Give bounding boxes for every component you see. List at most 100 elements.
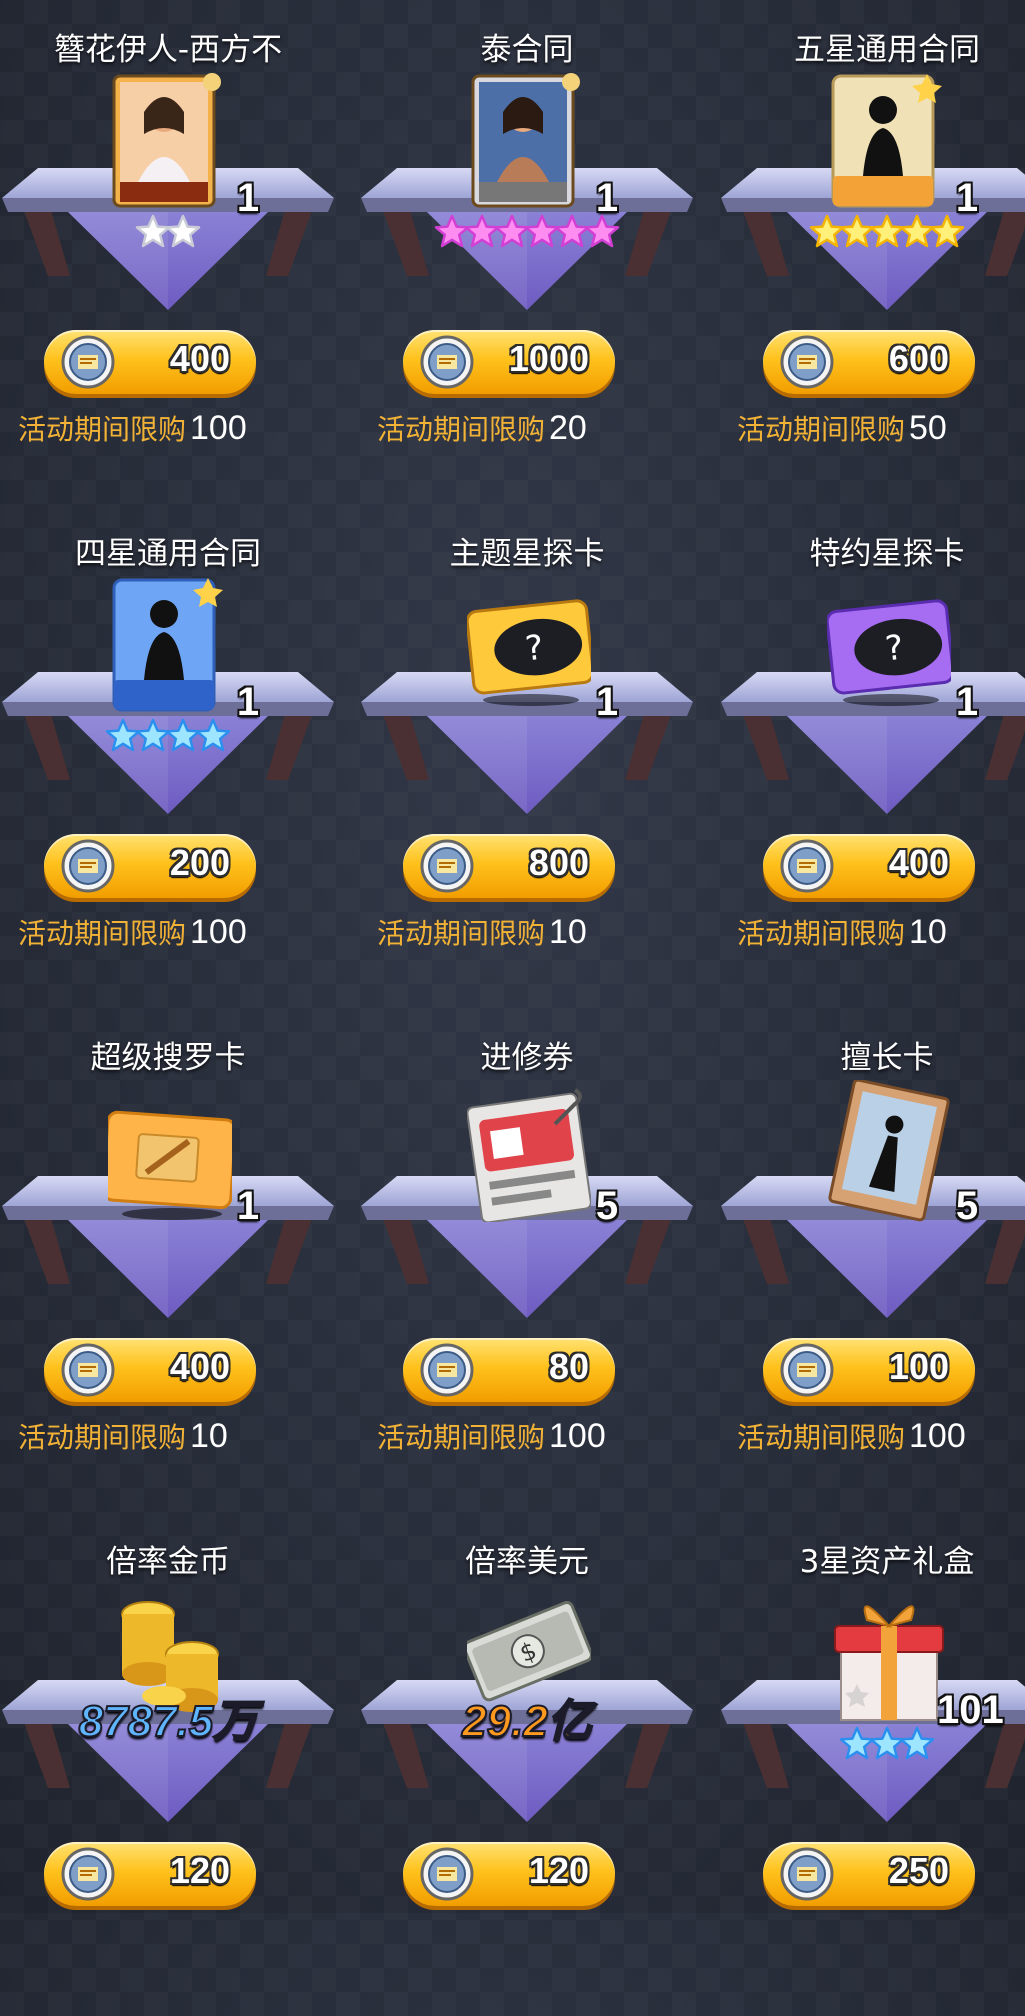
- purchase-limit: 活动期间限购 50: [737, 408, 947, 448]
- price-label: 400: [169, 338, 230, 379]
- shop-item-card[interactable]: 擅长卡 5 100 活动期间限购 100: [717, 1008, 1025, 1512]
- shop-item-card[interactable]: 超级搜罗卡 1 400 活动期间限购 10: [0, 1008, 338, 1512]
- shop-item-card[interactable]: 倍率美元 $29.2亿 120: [357, 1512, 697, 2016]
- buy-button[interactable]: 120: [44, 1842, 256, 1906]
- buy-button[interactable]: 400: [44, 1338, 256, 1402]
- purchase-limit: 活动期间限购 100: [377, 1416, 606, 1456]
- shop-item-card[interactable]: 3星资产礼盒 101 250: [717, 1512, 1025, 2016]
- shop-item-card[interactable]: 簪花伊人-西方不 1 400 活动期间限购 100: [0, 0, 338, 504]
- item-name: 倍率金币: [106, 1544, 230, 1580]
- voucher-coin-icon: [779, 1846, 835, 1902]
- buy-button[interactable]: 400: [763, 834, 975, 898]
- shop-grid: 簪花伊人-西方不 1 400 活动期间限购 100 泰合同 1 1000 活动期…: [0, 0, 1025, 1913]
- purchase-limit-value: 100: [549, 1417, 606, 1455]
- purchase-limit: 活动期间限购 20: [377, 408, 587, 448]
- price-label: 100: [888, 1346, 949, 1387]
- character-card-icon: [108, 72, 232, 214]
- shop-item-card[interactable]: 倍率金币 8787.5万 120: [0, 1512, 338, 2016]
- purchase-limit-label: 活动期间限购: [737, 413, 906, 446]
- item-name: 倍率美元: [465, 1544, 589, 1580]
- voucher-coin-icon: [419, 334, 475, 390]
- star-icon: [929, 214, 965, 250]
- item-quantity: 1: [595, 680, 619, 724]
- item-name: 擅长卡: [840, 1040, 934, 1076]
- mystery-card-icon: ?: [825, 576, 955, 718]
- purchase-limit: 活动期间限购 100: [18, 912, 247, 952]
- purchase-limit-label: 活动期间限购: [18, 1421, 187, 1454]
- price-label: 120: [528, 1850, 589, 1891]
- buy-button[interactable]: 400: [44, 330, 256, 394]
- item-quantity: 5: [955, 1184, 979, 1228]
- buy-button[interactable]: 1000: [403, 330, 615, 394]
- item-name: 3星资产礼盒: [799, 1544, 975, 1580]
- price-label: 120: [169, 1850, 230, 1891]
- item-name: 特约星探卡: [809, 536, 965, 572]
- price-label: 400: [888, 842, 949, 883]
- purchase-limit-value: 100: [909, 1417, 966, 1455]
- purchase-limit: 活动期间限购 10: [737, 912, 947, 952]
- voucher-coin-icon: [60, 838, 116, 894]
- purchase-limit-value: 100: [190, 409, 247, 447]
- price-label: 250: [888, 1850, 949, 1891]
- star-rating: [0, 214, 338, 256]
- shop-item-card[interactable]: 特约星探卡 ? 1 400 活动期间限购 10: [717, 504, 1025, 1008]
- shop-item-card[interactable]: 泰合同 1 1000 活动期间限购 20: [357, 0, 697, 504]
- buy-button[interactable]: 250: [763, 1842, 975, 1906]
- star-icon: [584, 214, 620, 250]
- star-rating: [717, 1726, 1025, 1768]
- buy-button[interactable]: 600: [763, 330, 975, 394]
- item-name: 四星通用合同: [75, 536, 261, 572]
- item-name: 超级搜罗卡: [90, 1040, 246, 1076]
- purchase-limit-label: 活动期间限购: [377, 917, 546, 950]
- shop-item-card[interactable]: 进修券 5 80 活动期间限购 100: [357, 1008, 697, 1512]
- purchase-limit-label: 活动期间限购: [18, 917, 187, 950]
- buy-button[interactable]: 800: [403, 834, 615, 898]
- reward-amount: 29.2亿: [461, 1696, 593, 1747]
- buy-button[interactable]: 80: [403, 1338, 615, 1402]
- purchase-limit-label: 活动期间限购: [377, 1421, 546, 1454]
- price-label: 400: [169, 1346, 230, 1387]
- purchase-limit: 活动期间限购 100: [18, 408, 247, 448]
- star-icon: [899, 1726, 935, 1762]
- purchase-limit-label: 活动期间限购: [18, 413, 187, 446]
- purchase-limit-label: 活动期间限购: [737, 917, 906, 950]
- character-card-icon: [467, 72, 591, 214]
- skill-book-icon: [827, 1078, 951, 1222]
- shop-item-card[interactable]: 四星通用合同 1 200 活动期间限购 100: [0, 504, 338, 1008]
- shop-item-card[interactable]: 主题星探卡 ? 1 800 活动期间限购 10: [357, 504, 697, 1008]
- price-label: 1000: [508, 338, 589, 379]
- item-name: 主题星探卡: [449, 536, 605, 572]
- star-rating: [717, 214, 1025, 256]
- star-rating: [0, 718, 338, 760]
- purchase-limit: 活动期间限购 100: [737, 1416, 966, 1456]
- buy-button[interactable]: 100: [763, 1338, 975, 1402]
- item-name: 五星通用合同: [794, 32, 980, 68]
- purchase-limit: 活动期间限购 10: [377, 912, 587, 952]
- shop-item-card[interactable]: 五星通用合同 1 600 活动期间限购 50: [717, 0, 1025, 504]
- item-name: 泰合同: [480, 32, 574, 68]
- training-voucher-icon: [466, 1080, 592, 1224]
- purchase-limit-value: 20: [549, 409, 587, 447]
- voucher-coin-icon: [60, 1342, 116, 1398]
- item-quantity: 1: [236, 1184, 260, 1228]
- purchase-limit-value: 10: [190, 1417, 228, 1455]
- voucher-coin-icon: [779, 838, 835, 894]
- item-name: 簪花伊人-西方不: [53, 32, 283, 68]
- item-name: 进修券: [480, 1040, 574, 1076]
- gift-box-icon: [827, 1584, 951, 1726]
- purchase-limit-label: 活动期间限购: [377, 413, 546, 446]
- item-quantity: 5: [595, 1184, 619, 1228]
- voucher-coin-icon: [419, 838, 475, 894]
- voucher-coin-icon: [60, 334, 116, 390]
- purchase-limit-value: 10: [909, 913, 947, 951]
- buy-button[interactable]: 200: [44, 834, 256, 898]
- purchase-limit-value: 100: [190, 913, 247, 951]
- voucher-coin-icon: [779, 1342, 835, 1398]
- voucher-coin-icon: [419, 1342, 475, 1398]
- mystery-card-icon: ?: [465, 576, 595, 718]
- star-icon: [195, 718, 231, 754]
- buy-button[interactable]: 120: [403, 1842, 615, 1906]
- purchase-limit-label: 活动期间限购: [737, 1421, 906, 1454]
- purchase-limit: 活动期间限购 10: [18, 1416, 228, 1456]
- star-rating: [357, 214, 697, 256]
